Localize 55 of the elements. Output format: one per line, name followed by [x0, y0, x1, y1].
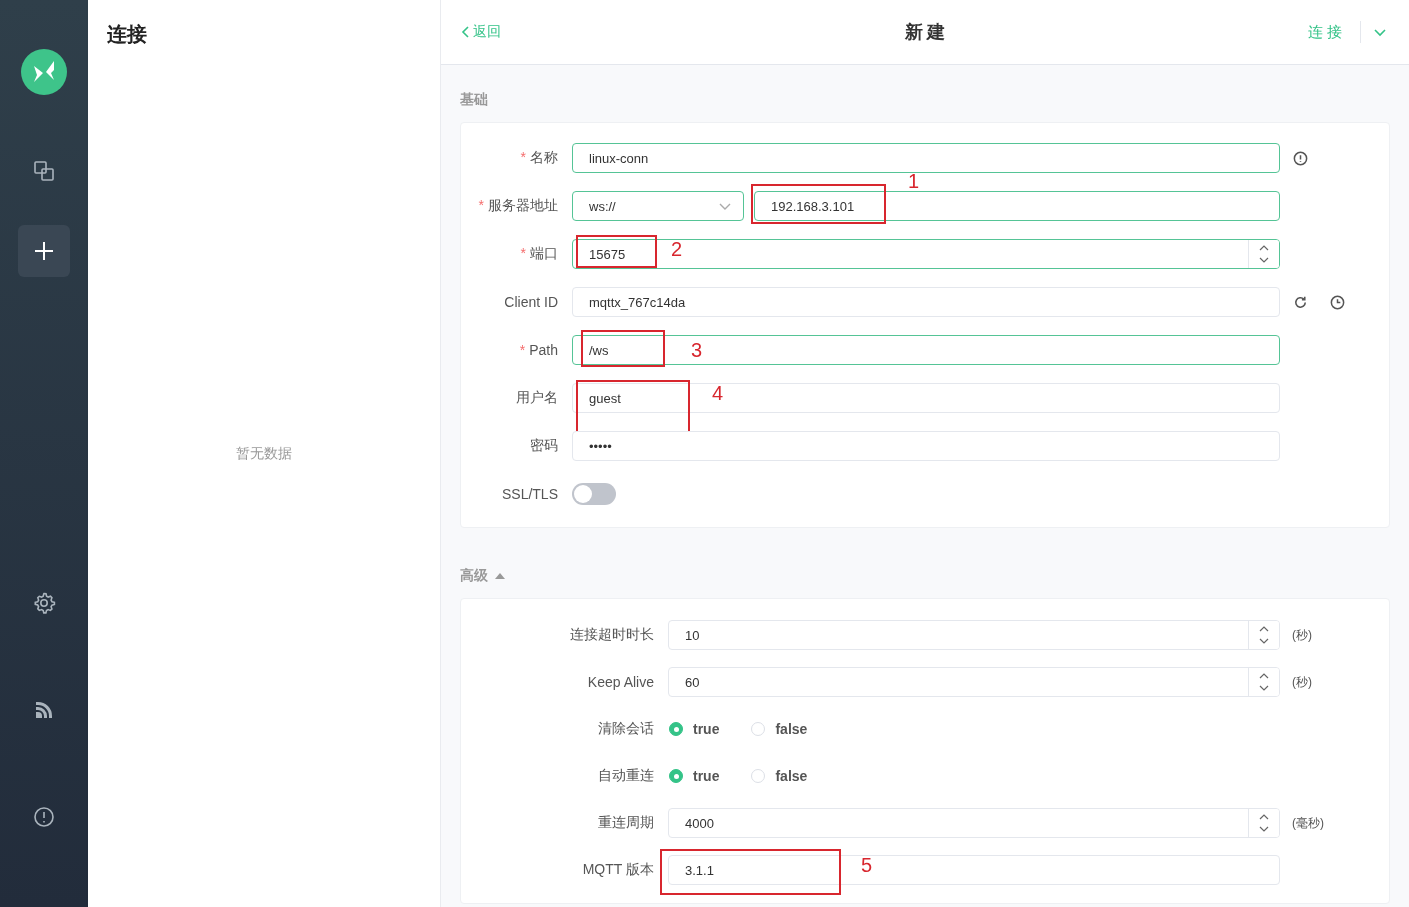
annotation-number: 1 — [908, 173, 920, 190]
field-label: 密码 — [530, 437, 558, 453]
sidebar-button[interactable] — [18, 225, 70, 277]
field-label: Path — [529, 342, 558, 358]
field-label: 端口 — [530, 245, 558, 261]
panel-title: 连接 — [107, 22, 148, 47]
field-label: 用户名 — [516, 389, 558, 405]
field-label: MQTT 版本 — [582, 861, 654, 877]
required-mark: * — [478, 197, 484, 213]
text-field[interactable]: mqttx_767c14da — [572, 287, 1280, 317]
required-mark: * — [520, 245, 526, 261]
plus-icon — [32, 239, 56, 263]
protocol-select[interactable]: ws:// — [572, 191, 744, 221]
radio-option[interactable]: false — [751, 768, 808, 784]
section-title: 基础 — [460, 91, 488, 109]
field-label: 连接超时时长 — [570, 626, 654, 642]
radio-option[interactable]: true — [669, 721, 720, 737]
empty-message: 暂无数据 — [236, 444, 292, 463]
page-title: 新建 — [905, 22, 949, 42]
logo-icon — [21, 49, 67, 95]
radio-option[interactable]: false — [751, 721, 808, 737]
host-field[interactable]: 192.168.3.101 — [754, 191, 1280, 221]
info-icon[interactable] — [1292, 149, 1309, 167]
info-icon — [32, 805, 56, 829]
field-label: SSL/TLS — [501, 486, 558, 502]
number-field[interactable]: 10 — [668, 620, 1280, 650]
unit-label: (毫秒) — [1292, 814, 1324, 832]
field-label: Client ID — [504, 294, 558, 310]
unit-label: (秒) — [1292, 626, 1312, 644]
caret-icon — [718, 201, 732, 211]
caret-icon[interactable] — [494, 572, 506, 580]
toggle-switch[interactable] — [572, 483, 616, 505]
field-label: Keep Alive — [587, 674, 654, 690]
required-mark: * — [520, 149, 526, 165]
annotation-number: 4 — [712, 385, 724, 402]
settings-icon — [32, 591, 56, 615]
unit-label: (秒) — [1292, 673, 1312, 691]
required-mark: * — [519, 342, 526, 358]
text-field[interactable]: ••••• — [572, 431, 1280, 461]
clock-icon[interactable] — [1329, 293, 1346, 311]
field-label: 自动重连 — [598, 767, 654, 783]
caret-icon[interactable] — [1373, 27, 1387, 37]
text-field[interactable]: linux-conn — [572, 143, 1280, 173]
chevron-left-icon — [461, 26, 471, 38]
number-field[interactable]: 4000 — [668, 808, 1280, 838]
annotation-number: 2 — [671, 241, 683, 258]
annotation-number: 3 — [691, 342, 703, 359]
radio-option[interactable]: true — [669, 768, 720, 784]
annotation-number: 5 — [861, 857, 873, 874]
field-label: 清除会话 — [598, 720, 654, 736]
copy-icon — [32, 159, 56, 183]
field-label: 服务器地址 — [488, 197, 558, 213]
field-label: 名称 — [530, 149, 558, 165]
number-field[interactable]: 60 — [668, 667, 1280, 697]
field-label: 重连周期 — [598, 814, 654, 830]
